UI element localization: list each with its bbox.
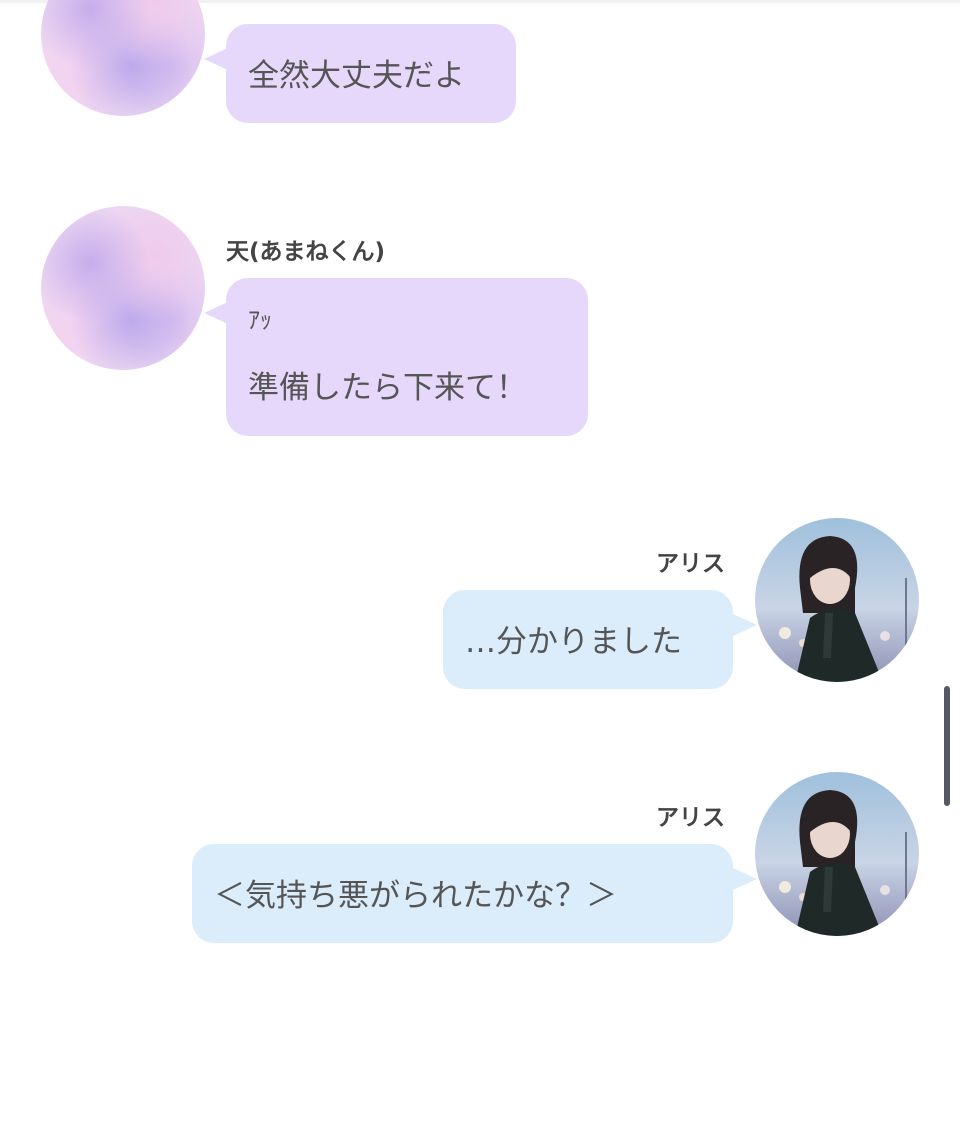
chat-screen: 全然大丈夫だよ 天(あまねくん) ｱｯ 準備したら下来て！ アリス …分かりまし… bbox=[0, 0, 960, 1142]
message-bubble[interactable]: 全然大丈夫だよ bbox=[226, 24, 516, 123]
message-text: …分かりました bbox=[465, 624, 682, 660]
message-text: 全然大丈夫だよ bbox=[248, 58, 465, 94]
sender-name: アリス bbox=[656, 805, 725, 831]
scrollbar-thumb[interactable] bbox=[944, 686, 950, 806]
sender-avatar[interactable] bbox=[41, 0, 205, 116]
sender-name: アリス bbox=[656, 551, 725, 577]
message-bubble[interactable]: ｱｯ 準備したら下来て！ bbox=[226, 278, 588, 436]
bubble-tail bbox=[733, 614, 757, 636]
bubble-tail bbox=[204, 302, 228, 324]
sender-name: 天(あまねくん) bbox=[226, 239, 386, 265]
message-text: 準備したら下来て！ bbox=[248, 370, 527, 406]
user-avatar[interactable] bbox=[755, 518, 919, 682]
message-bubble[interactable]: …分かりました bbox=[443, 590, 733, 689]
message-text: ｱｯ bbox=[248, 306, 272, 334]
sender-avatar[interactable] bbox=[41, 206, 205, 370]
message-text: ＜気持ち悪がられたかな？＞ bbox=[214, 878, 617, 914]
bubble-tail bbox=[204, 48, 228, 70]
bubble-tail bbox=[733, 868, 757, 890]
user-avatar[interactable] bbox=[755, 772, 919, 936]
message-bubble[interactable]: ＜気持ち悪がられたかな？＞ bbox=[192, 844, 733, 943]
